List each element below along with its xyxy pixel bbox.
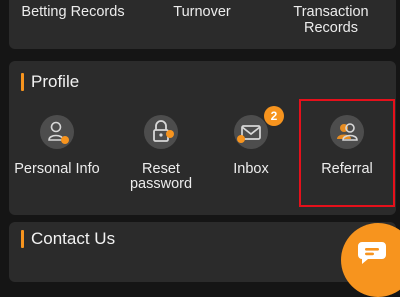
turnover-link[interactable]: Turnover (138, 4, 266, 20)
reset-password-label-line1: Reset (142, 161, 180, 177)
profile-header: Profile (21, 72, 79, 92)
betting-records-label: Betting Records (21, 4, 125, 20)
contact-card: Contact Us (9, 222, 396, 282)
chat-bubble-icon (358, 242, 386, 264)
mail-icon: 2 (234, 106, 284, 149)
referral-highlight-box (299, 99, 395, 207)
reset-password-label: Reset password (113, 162, 209, 192)
profile-title: Profile (31, 72, 80, 91)
records-card: Betting Records Turnover Transaction Rec… (9, 0, 396, 49)
reset-password-label-line2: password (129, 176, 193, 192)
contact-title: Contact Us (31, 229, 116, 248)
transaction-records-label-line2: Records (304, 20, 358, 36)
betting-records-link[interactable]: Betting Records (9, 4, 137, 20)
contact-accent-bar (21, 230, 24, 248)
turnover-label: Turnover (173, 4, 231, 20)
contact-header: Contact Us (21, 229, 115, 249)
personal-info-icon (40, 115, 74, 149)
personal-info-item[interactable]: Personal Info (9, 115, 105, 177)
personal-info-label-line1: Personal Info (14, 161, 100, 177)
profile-accent-bar (21, 73, 24, 91)
personal-info-label: Personal Info (9, 162, 105, 177)
inbox-item[interactable]: 2 Inbox (203, 106, 299, 177)
chat-button[interactable] (341, 223, 400, 297)
transaction-records-label-line1: Transaction (293, 4, 369, 20)
inbox-label: Inbox (203, 162, 299, 177)
reset-password-item[interactable]: Reset password (113, 115, 209, 192)
transaction-records-link[interactable]: Transaction Records (267, 4, 395, 36)
inbox-badge: 2 (264, 106, 284, 126)
lock-icon (144, 115, 178, 149)
inbox-label-line1: Inbox (233, 161, 269, 177)
